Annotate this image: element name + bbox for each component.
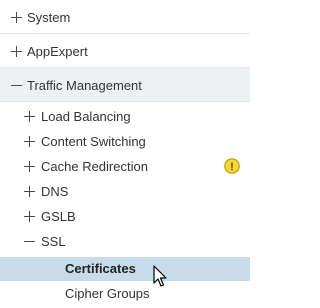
tree-item-traffic-management[interactable]: Traffic Management <box>0 68 250 102</box>
expand-plus-icon[interactable] <box>24 186 35 197</box>
tree-item-label: System <box>27 10 71 25</box>
tree-item-certificates[interactable]: Certificates <box>0 257 250 281</box>
tree-item-label: Certificates <box>65 261 136 276</box>
tree-item-label: Cipher Groups <box>65 286 150 301</box>
tree-item-label: Load Balancing <box>41 109 131 124</box>
expand-plus-icon[interactable] <box>24 211 35 222</box>
expand-plus-icon[interactable] <box>11 12 22 23</box>
collapse-minus-icon[interactable] <box>24 236 35 247</box>
tree-item-label: Cache Redirection <box>41 159 148 174</box>
tree-item-load-balancing[interactable]: Load Balancing <box>0 104 250 129</box>
tree-item-label: Traffic Management <box>27 78 142 93</box>
tree-item-label: DNS <box>41 184 69 199</box>
expand-plus-icon[interactable] <box>24 111 35 122</box>
tree-item-label: AppExpert <box>27 44 88 59</box>
tree-item-ssl[interactable]: SSL <box>0 229 250 254</box>
tree-item-appexpert[interactable]: AppExpert <box>0 34 250 68</box>
tree-item-dns[interactable]: DNS <box>0 179 250 204</box>
warning-glyph: ! <box>230 161 234 173</box>
tree-item-system[interactable]: System <box>0 0 250 34</box>
warning-icon[interactable]: ! <box>224 158 240 174</box>
tree-item-cache-redirection[interactable]: Cache Redirection ! <box>0 154 250 179</box>
navigation-tree: System AppExpert Traffic Management Load… <box>0 0 250 308</box>
tree-item-content-switching[interactable]: Content Switching <box>0 129 250 154</box>
tree-item-cipher-groups[interactable]: Cipher Groups <box>0 282 250 306</box>
tree-item-gslb[interactable]: GSLB <box>0 204 250 229</box>
tree-item-label: GSLB <box>41 209 76 224</box>
expand-plus-icon[interactable] <box>11 46 22 57</box>
mouse-pointer-icon <box>153 265 169 289</box>
expand-plus-icon[interactable] <box>24 136 35 147</box>
expand-plus-icon[interactable] <box>24 161 35 172</box>
collapse-minus-icon[interactable] <box>11 80 22 91</box>
tree-item-label: SSL <box>41 234 66 249</box>
tree-item-label: Content Switching <box>41 134 146 149</box>
